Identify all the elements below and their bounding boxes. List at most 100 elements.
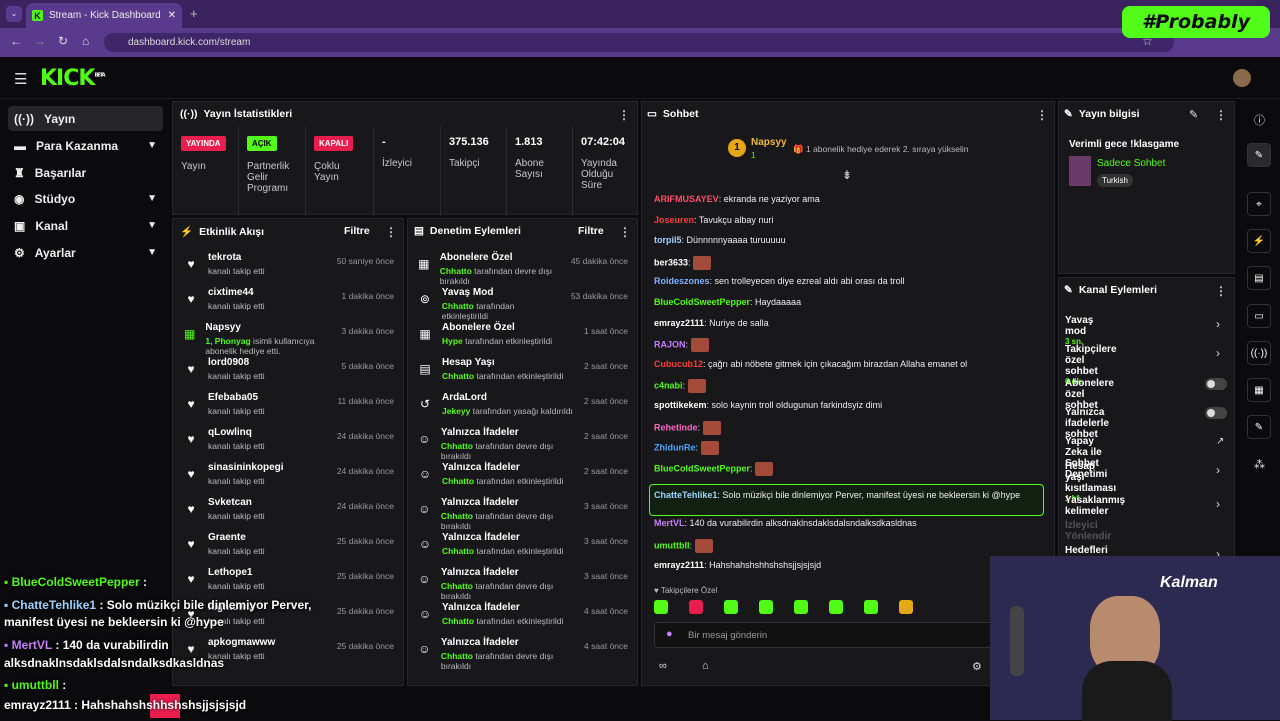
category-link[interactable]: Sadece Sohbet <box>1097 158 1165 169</box>
activity-user[interactable]: Napsyy <box>205 322 331 333</box>
sidebar-item-kanal[interactable]: ▣ Kanal ▼ <box>8 213 163 238</box>
infinity-icon[interactable]: ∞ <box>659 660 667 672</box>
moderator-link[interactable]: Chhatto <box>442 371 474 381</box>
avatar[interactable] <box>1233 69 1251 87</box>
sidebar-item-para-kazanma[interactable]: ▬ Para Kazanma ▼ <box>8 133 163 158</box>
channel-action-item[interactable]: İzleyici Yönlendir <box>1065 520 1111 542</box>
emote-button[interactable] <box>829 600 843 614</box>
activity-user[interactable]: Lethope1 <box>208 567 265 578</box>
wrench-icon: ✎ <box>1064 284 1073 296</box>
chat-username[interactable]: torpil5 <box>654 235 682 245</box>
emote-button[interactable] <box>864 600 878 614</box>
chat-more-icon[interactable]: ⋮ <box>1036 108 1048 122</box>
chat-username[interactable]: spottikekem <box>654 400 707 410</box>
activity-user[interactable]: sinasininkopegi <box>208 462 284 473</box>
sidebar-item-basarilar[interactable]: ♜ Başarılar <box>8 160 163 185</box>
moderation-filter-button[interactable]: Filtre <box>578 225 604 237</box>
rail-layout-button[interactable]: ▦ <box>1247 378 1271 402</box>
chat-username[interactable]: emrayz2111 <box>654 318 704 328</box>
channel-action-item[interactable]: Yasaklanmış kelimeler <box>1065 495 1125 517</box>
rail-broadcast-button[interactable]: ((·)) <box>1247 341 1271 365</box>
rail-wrench-button[interactable]: ✎ <box>1247 415 1271 439</box>
back-icon[interactable]: ← <box>10 34 22 48</box>
emote-button[interactable] <box>759 600 773 614</box>
browser-tab[interactable]: K Stream - Kick Dashboard ✕ <box>26 3 182 28</box>
stream-info-more-icon[interactable]: ⋮ <box>1215 108 1227 122</box>
mic-icon[interactable]: ● <box>666 628 673 640</box>
rail-clip-button[interactable]: ⌖ <box>1247 192 1271 216</box>
moderator-link[interactable]: Chhatto <box>442 546 474 556</box>
chat-username[interactable]: umuttbll <box>654 540 690 550</box>
close-tab-icon[interactable]: ✕ <box>168 10 176 21</box>
chat-username[interactable]: ber3633 <box>654 257 688 267</box>
chat-username[interactable]: ChatteTehlike1 <box>654 490 717 500</box>
forward-icon[interactable]: → <box>34 34 46 48</box>
activity-user[interactable]: Graente <box>208 532 265 543</box>
chat-username[interactable]: MertVL <box>654 518 685 528</box>
emote-button[interactable] <box>689 600 703 614</box>
moderator-link[interactable]: Chhatto <box>441 581 473 591</box>
sidebar-item-studyo[interactable]: ◉ Stüdyo ▼ <box>8 186 163 211</box>
edit-icon[interactable]: ✎ <box>1189 108 1198 121</box>
emote-button[interactable] <box>794 600 808 614</box>
chat-username[interactable]: c4nabi <box>654 381 683 391</box>
rail-clipboard-button[interactable]: ▤ <box>1247 266 1271 290</box>
store-icon[interactable]: ⌂ <box>702 660 709 672</box>
moderator-link[interactable]: Chhatto <box>441 511 473 521</box>
rail-lightning-button[interactable]: ⚡ <box>1247 229 1271 253</box>
chat-username[interactable]: Joseuren <box>654 215 694 225</box>
chat-username[interactable]: Cubucub12 <box>654 359 703 369</box>
kick-logo[interactable]: KICKBETA <box>40 66 106 91</box>
moderation-more-icon[interactable]: ⋮ <box>619 225 631 239</box>
menu-icon[interactable]: ☰ <box>14 70 27 88</box>
channel-action-item[interactable]: Yavaş mod 3 sn. <box>1065 315 1093 346</box>
moderator-link[interactable]: Chhatto <box>442 301 474 311</box>
chat-username[interactable]: Roideszones <box>654 276 710 286</box>
chat-username[interactable]: BlueColdSweetPepper <box>654 463 750 473</box>
channel-actions-more-icon[interactable]: ⋮ <box>1215 284 1227 298</box>
chat-username[interactable]: emrayz2111 <box>654 560 704 570</box>
apps-icon[interactable]: ⁂ <box>1254 458 1265 471</box>
toggle-switch[interactable] <box>1205 378 1227 390</box>
activity-filter-button[interactable]: Filtre <box>344 225 370 237</box>
new-tab-button[interactable]: + <box>190 6 198 21</box>
chat-username[interactable]: ARIFMUSAYEV <box>654 194 719 204</box>
address-bar[interactable]: dashboard.kick.com/stream <box>104 33 1174 52</box>
activity-user[interactable]: qLowlinq <box>208 427 265 438</box>
moderator-link[interactable]: Chhatto <box>441 651 473 661</box>
moderator-link[interactable]: Chhatto <box>440 266 472 276</box>
activity-item: ♥ Graente kanalı takip etti 25 dakika önce <box>176 532 402 567</box>
emote-button[interactable] <box>724 600 738 614</box>
toggle-switch[interactable] <box>1205 407 1227 419</box>
activity-user[interactable]: apkogmawww <box>208 637 275 648</box>
external-link-icon: ↗ <box>1216 436 1225 447</box>
activity-user[interactable]: lord0908 <box>208 357 265 368</box>
chat-username[interactable]: RAJON <box>654 340 686 350</box>
chat-username[interactable]: Rehetinde <box>654 422 698 432</box>
moderator-link[interactable]: Jekeyy <box>442 406 470 416</box>
info-icon[interactable]: ⓘ <box>1254 112 1265 128</box>
sidebar-item-yayin[interactable]: ((·)) Yayın <box>8 106 163 131</box>
activity-user[interactable]: Efebaba05 <box>208 392 265 403</box>
activity-more-icon[interactable]: ⋮ <box>385 225 397 239</box>
rail-edit-button[interactable]: ✎ <box>1247 143 1271 167</box>
rail-chat-button[interactable]: ▭ <box>1247 304 1271 328</box>
chat-username[interactable]: BlueColdSweetPepper <box>654 297 750 307</box>
moderator-link[interactable]: Chhatto <box>441 441 473 451</box>
activity-user[interactable]: cixtime44 <box>208 287 265 298</box>
activity-user[interactable]: Svketcan <box>208 497 265 508</box>
moderator-link[interactable]: Hype <box>442 336 463 346</box>
emote-button[interactable] <box>899 600 913 614</box>
emote-button[interactable] <box>654 600 668 614</box>
reload-icon[interactable]: ↻ <box>58 34 68 48</box>
stats-more-icon[interactable]: ⋮ <box>618 108 630 122</box>
pin-collapse-icon[interactable]: ⇟ <box>842 168 852 182</box>
home-icon[interactable]: ⌂ <box>82 34 89 48</box>
moderator-link[interactable]: Chhatto <box>442 616 474 626</box>
moderator-link[interactable]: Chhatto <box>442 476 474 486</box>
sidebar-item-ayarlar[interactable]: ⚙ Ayarlar ▼ <box>8 240 163 265</box>
chat-username[interactable]: ZhidunRe <box>654 443 696 453</box>
activity-user[interactable]: tekrota <box>208 252 265 263</box>
tab-list-button[interactable]: ⌄ <box>6 6 22 22</box>
chat-settings-icon[interactable]: ⚙ <box>972 660 982 673</box>
